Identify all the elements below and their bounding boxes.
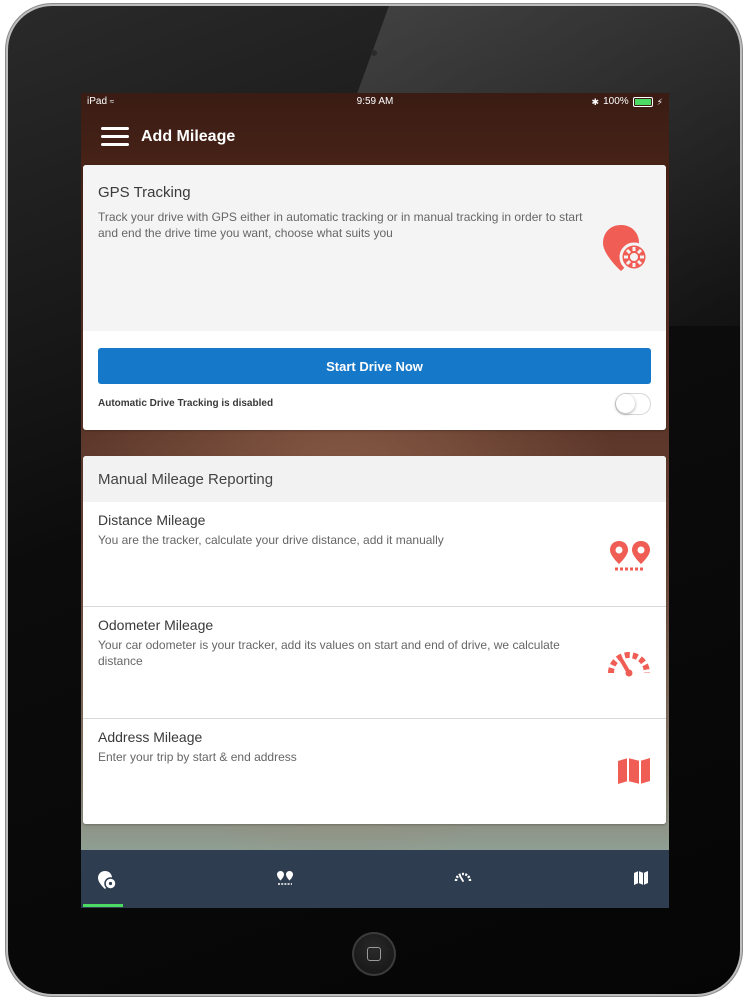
tab-address-mileage[interactable] — [611, 850, 669, 908]
tab-odometer-mileage[interactable] — [433, 850, 493, 908]
address-mileage-row[interactable]: Address Mileage Enter your trip by start… — [83, 719, 666, 824]
tab-gps-tracking[interactable] — [81, 850, 137, 908]
page-title: Add Mileage — [141, 128, 236, 145]
gps-pin-icon — [603, 225, 649, 272]
app-screen: iPad ≈ 9:59 AM ✱ 100% ⚡ Add Mileage GPS … — [81, 93, 669, 908]
map-icon — [634, 871, 648, 885]
row-description: Enter your trip by start & end address — [98, 750, 297, 764]
battery-percent: 100% — [603, 96, 629, 107]
tab-bar — [81, 850, 669, 908]
row-description: You are the tracker, calculate your driv… — [98, 533, 444, 547]
auto-tracking-toggle[interactable] — [615, 393, 651, 415]
row-title: Address Mileage — [98, 729, 203, 745]
start-drive-button[interactable]: Start Drive Now — [98, 348, 651, 384]
distance-mileage-row[interactable]: Distance Mileage You are the tracker, ca… — [83, 502, 666, 606]
charging-icon: ⚡ — [656, 97, 663, 107]
battery-icon — [632, 97, 653, 107]
pins-distance-icon — [610, 541, 650, 571]
manual-mileage-card: Manual Mileage Reporting Distance Mileag… — [83, 456, 666, 824]
home-square-icon — [367, 947, 381, 961]
app-bar: Add Mileage — [81, 111, 669, 163]
bluetooth-icon: ✱ — [591, 97, 600, 107]
manual-card-header: Manual Mileage Reporting — [83, 456, 666, 502]
odometer-icon — [608, 652, 650, 677]
camera-icon — [371, 50, 377, 56]
row-title: Distance Mileage — [98, 512, 206, 528]
status-right: ✱ 100% ⚡ — [592, 93, 663, 111]
gps-card-title: GPS Tracking — [98, 184, 191, 201]
toggle-knob — [616, 394, 635, 413]
gps-pin-icon — [98, 871, 117, 890]
manual-card-title: Manual Mileage Reporting — [98, 471, 274, 488]
status-bar: iPad ≈ 9:59 AM ✱ 100% ⚡ — [81, 93, 669, 111]
map-icon — [618, 758, 650, 784]
gps-tracking-card: GPS Tracking Track your drive with GPS e… — [83, 165, 666, 430]
gps-card-description: Track your drive with GPS either in auto… — [98, 210, 583, 240]
odometer-mileage-row[interactable]: Odometer Mileage Your car odometer is yo… — [83, 607, 666, 718]
status-time: 9:59 AM — [356, 96, 394, 107]
auto-tracking-label: Automatic Drive Tracking is disabled — [98, 398, 274, 409]
active-tab-indicator — [83, 904, 123, 907]
menu-icon[interactable] — [101, 127, 129, 147]
odometer-icon — [454, 872, 472, 882]
row-title: Odometer Mileage — [98, 617, 214, 633]
tab-distance-mileage[interactable] — [255, 850, 315, 908]
row-description: Your car odometer is your tracker, add i… — [98, 638, 560, 668]
pins-distance-icon — [277, 871, 293, 885]
home-button[interactable] — [352, 932, 396, 976]
gps-card-header: GPS Tracking Track your drive with GPS e… — [83, 165, 666, 331]
